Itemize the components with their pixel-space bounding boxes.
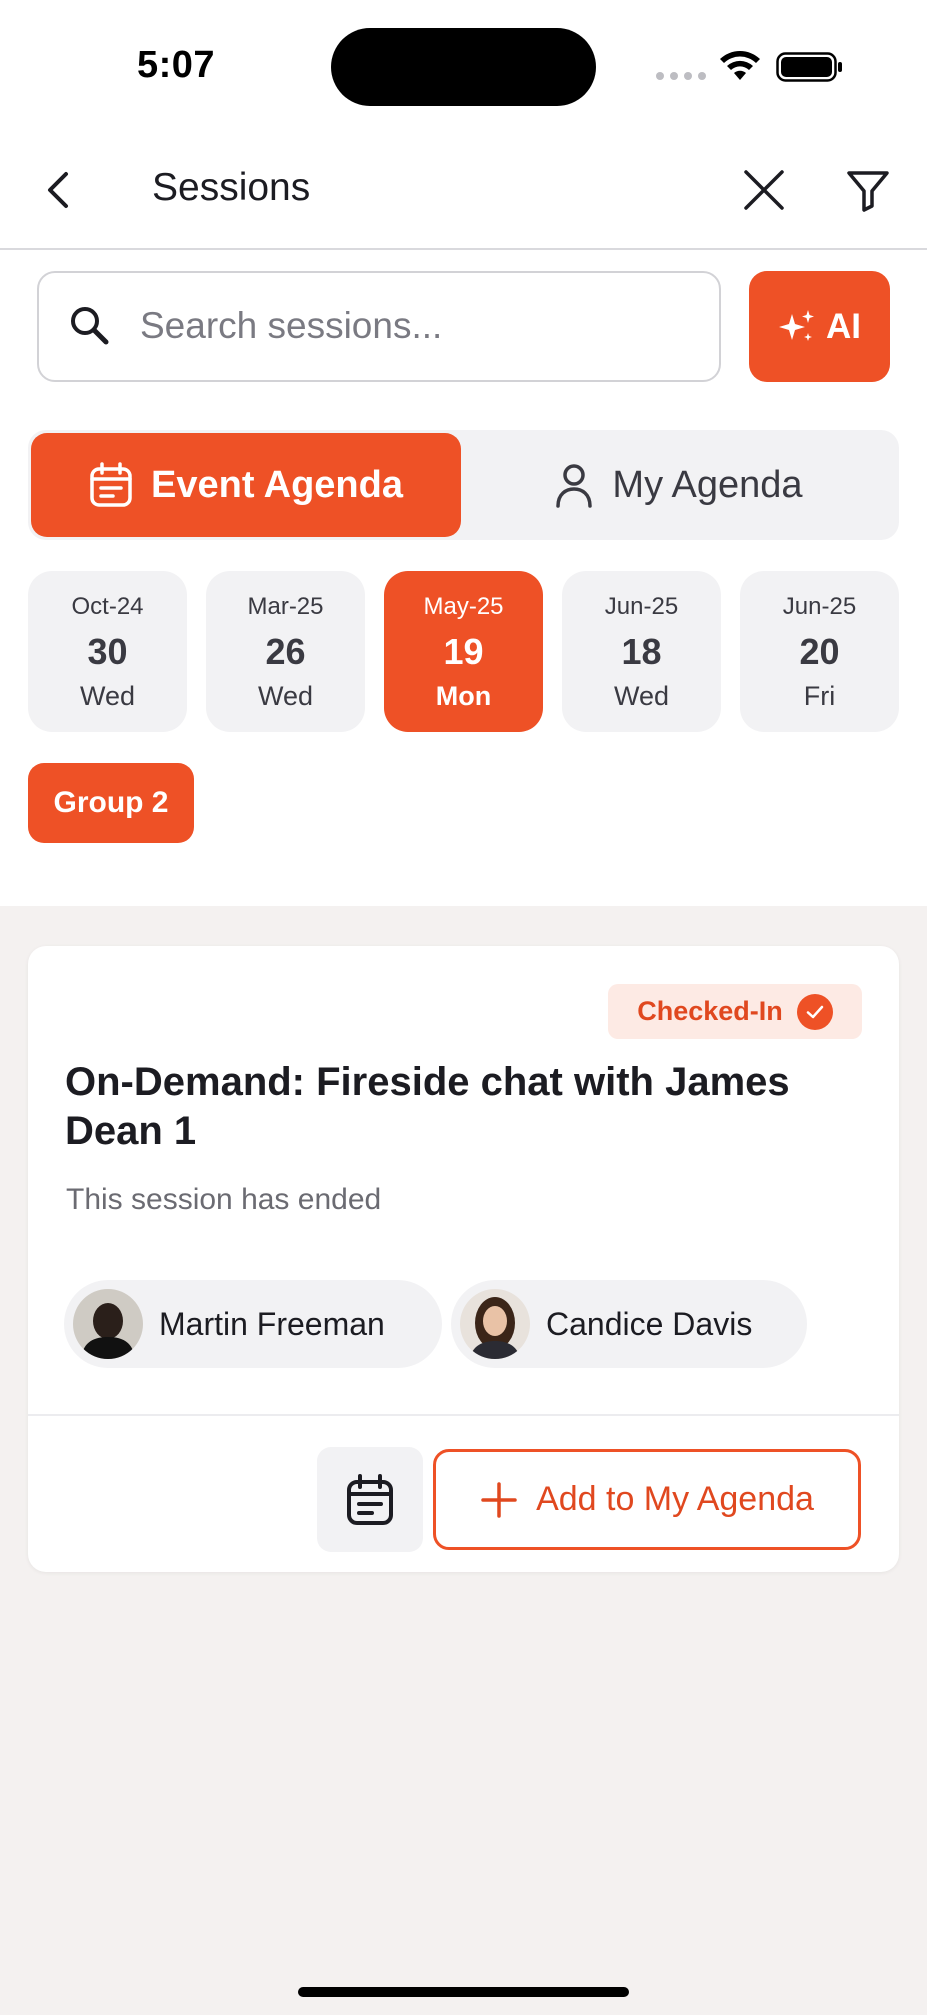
- calendar-icon: [347, 1473, 393, 1525]
- avatar: [460, 1289, 530, 1359]
- date-chip[interactable]: Mar-25 26 Wed: [206, 571, 365, 732]
- date-month: May-25: [423, 593, 504, 620]
- card-divider: [28, 1414, 899, 1416]
- date-weekday: Fri: [803, 681, 836, 711]
- speaker-name: Martin Freeman: [159, 1305, 385, 1342]
- tab-label: My Agenda: [612, 463, 803, 506]
- check-circle-icon: [796, 993, 833, 1030]
- date-day: 30: [87, 631, 128, 672]
- date-month: Jun-25: [782, 593, 857, 620]
- date-chip-selected[interactable]: May-25 19 Mon: [384, 571, 543, 732]
- speaker-name: Candice Davis: [546, 1305, 753, 1342]
- speaker-chip[interactable]: Martin Freeman: [64, 1280, 442, 1368]
- checked-in-badge: Checked-In: [608, 984, 862, 1039]
- date-chip[interactable]: Jun-25 18 Wed: [562, 571, 721, 732]
- session-status: This session has ended: [66, 1183, 382, 1216]
- date-chip[interactable]: Jun-25 20 Fri: [740, 571, 899, 732]
- dynamic-island: [331, 28, 596, 106]
- add-to-my-agenda-button[interactable]: Add to My Agenda: [433, 1449, 861, 1550]
- page-title: Sessions: [152, 166, 311, 209]
- add-to-calendar-button[interactable]: [317, 1447, 423, 1552]
- speaker-chip[interactable]: Candice Davis: [451, 1280, 807, 1368]
- search-input[interactable]: [140, 300, 700, 352]
- add-label: Add to My Agenda: [536, 1480, 814, 1518]
- date-day: 19: [443, 631, 484, 672]
- date-day: 26: [265, 631, 306, 672]
- ai-button[interactable]: AI: [749, 271, 890, 382]
- wifi-icon: [720, 51, 760, 80]
- person-icon: [556, 464, 593, 508]
- group-filter-chip[interactable]: Group 2: [28, 763, 194, 843]
- plus-icon: [481, 1481, 517, 1518]
- ai-label: AI: [826, 306, 861, 346]
- date-weekday: Wed: [257, 681, 314, 711]
- filter-icon[interactable]: [844, 166, 892, 214]
- chevron-left-icon[interactable]: [38, 166, 82, 214]
- cellular-signal-icon: [656, 72, 706, 80]
- close-icon[interactable]: [740, 166, 788, 214]
- status-time: 5:07: [137, 44, 216, 86]
- battery-icon: [776, 52, 842, 82]
- search-icon: [71, 307, 109, 345]
- date-weekday: Wed: [613, 681, 670, 711]
- avatar: [73, 1289, 143, 1359]
- date-chip[interactable]: Oct-24 30 Wed: [28, 571, 187, 732]
- sparkle-icon: [779, 309, 814, 341]
- date-month: Mar-25: [247, 593, 324, 620]
- tab-event-agenda[interactable]: Event Agenda: [31, 433, 461, 537]
- date-day: 18: [621, 631, 662, 672]
- date-month: Jun-25: [604, 593, 679, 620]
- home-indicator[interactable]: [298, 1987, 629, 1997]
- calendar-icon: [90, 462, 132, 507]
- badge-label: Checked-In: [637, 996, 783, 1026]
- tab-label: Event Agenda: [151, 463, 403, 506]
- tab-my-agenda[interactable]: My Agenda: [461, 433, 896, 537]
- date-weekday: Wed: [79, 681, 136, 711]
- date-day: 20: [799, 631, 840, 672]
- date-weekday: Mon: [435, 681, 492, 711]
- session-title: On-Demand: Fireside chat with James Dean…: [65, 1060, 790, 1153]
- date-month: Oct-24: [71, 593, 144, 620]
